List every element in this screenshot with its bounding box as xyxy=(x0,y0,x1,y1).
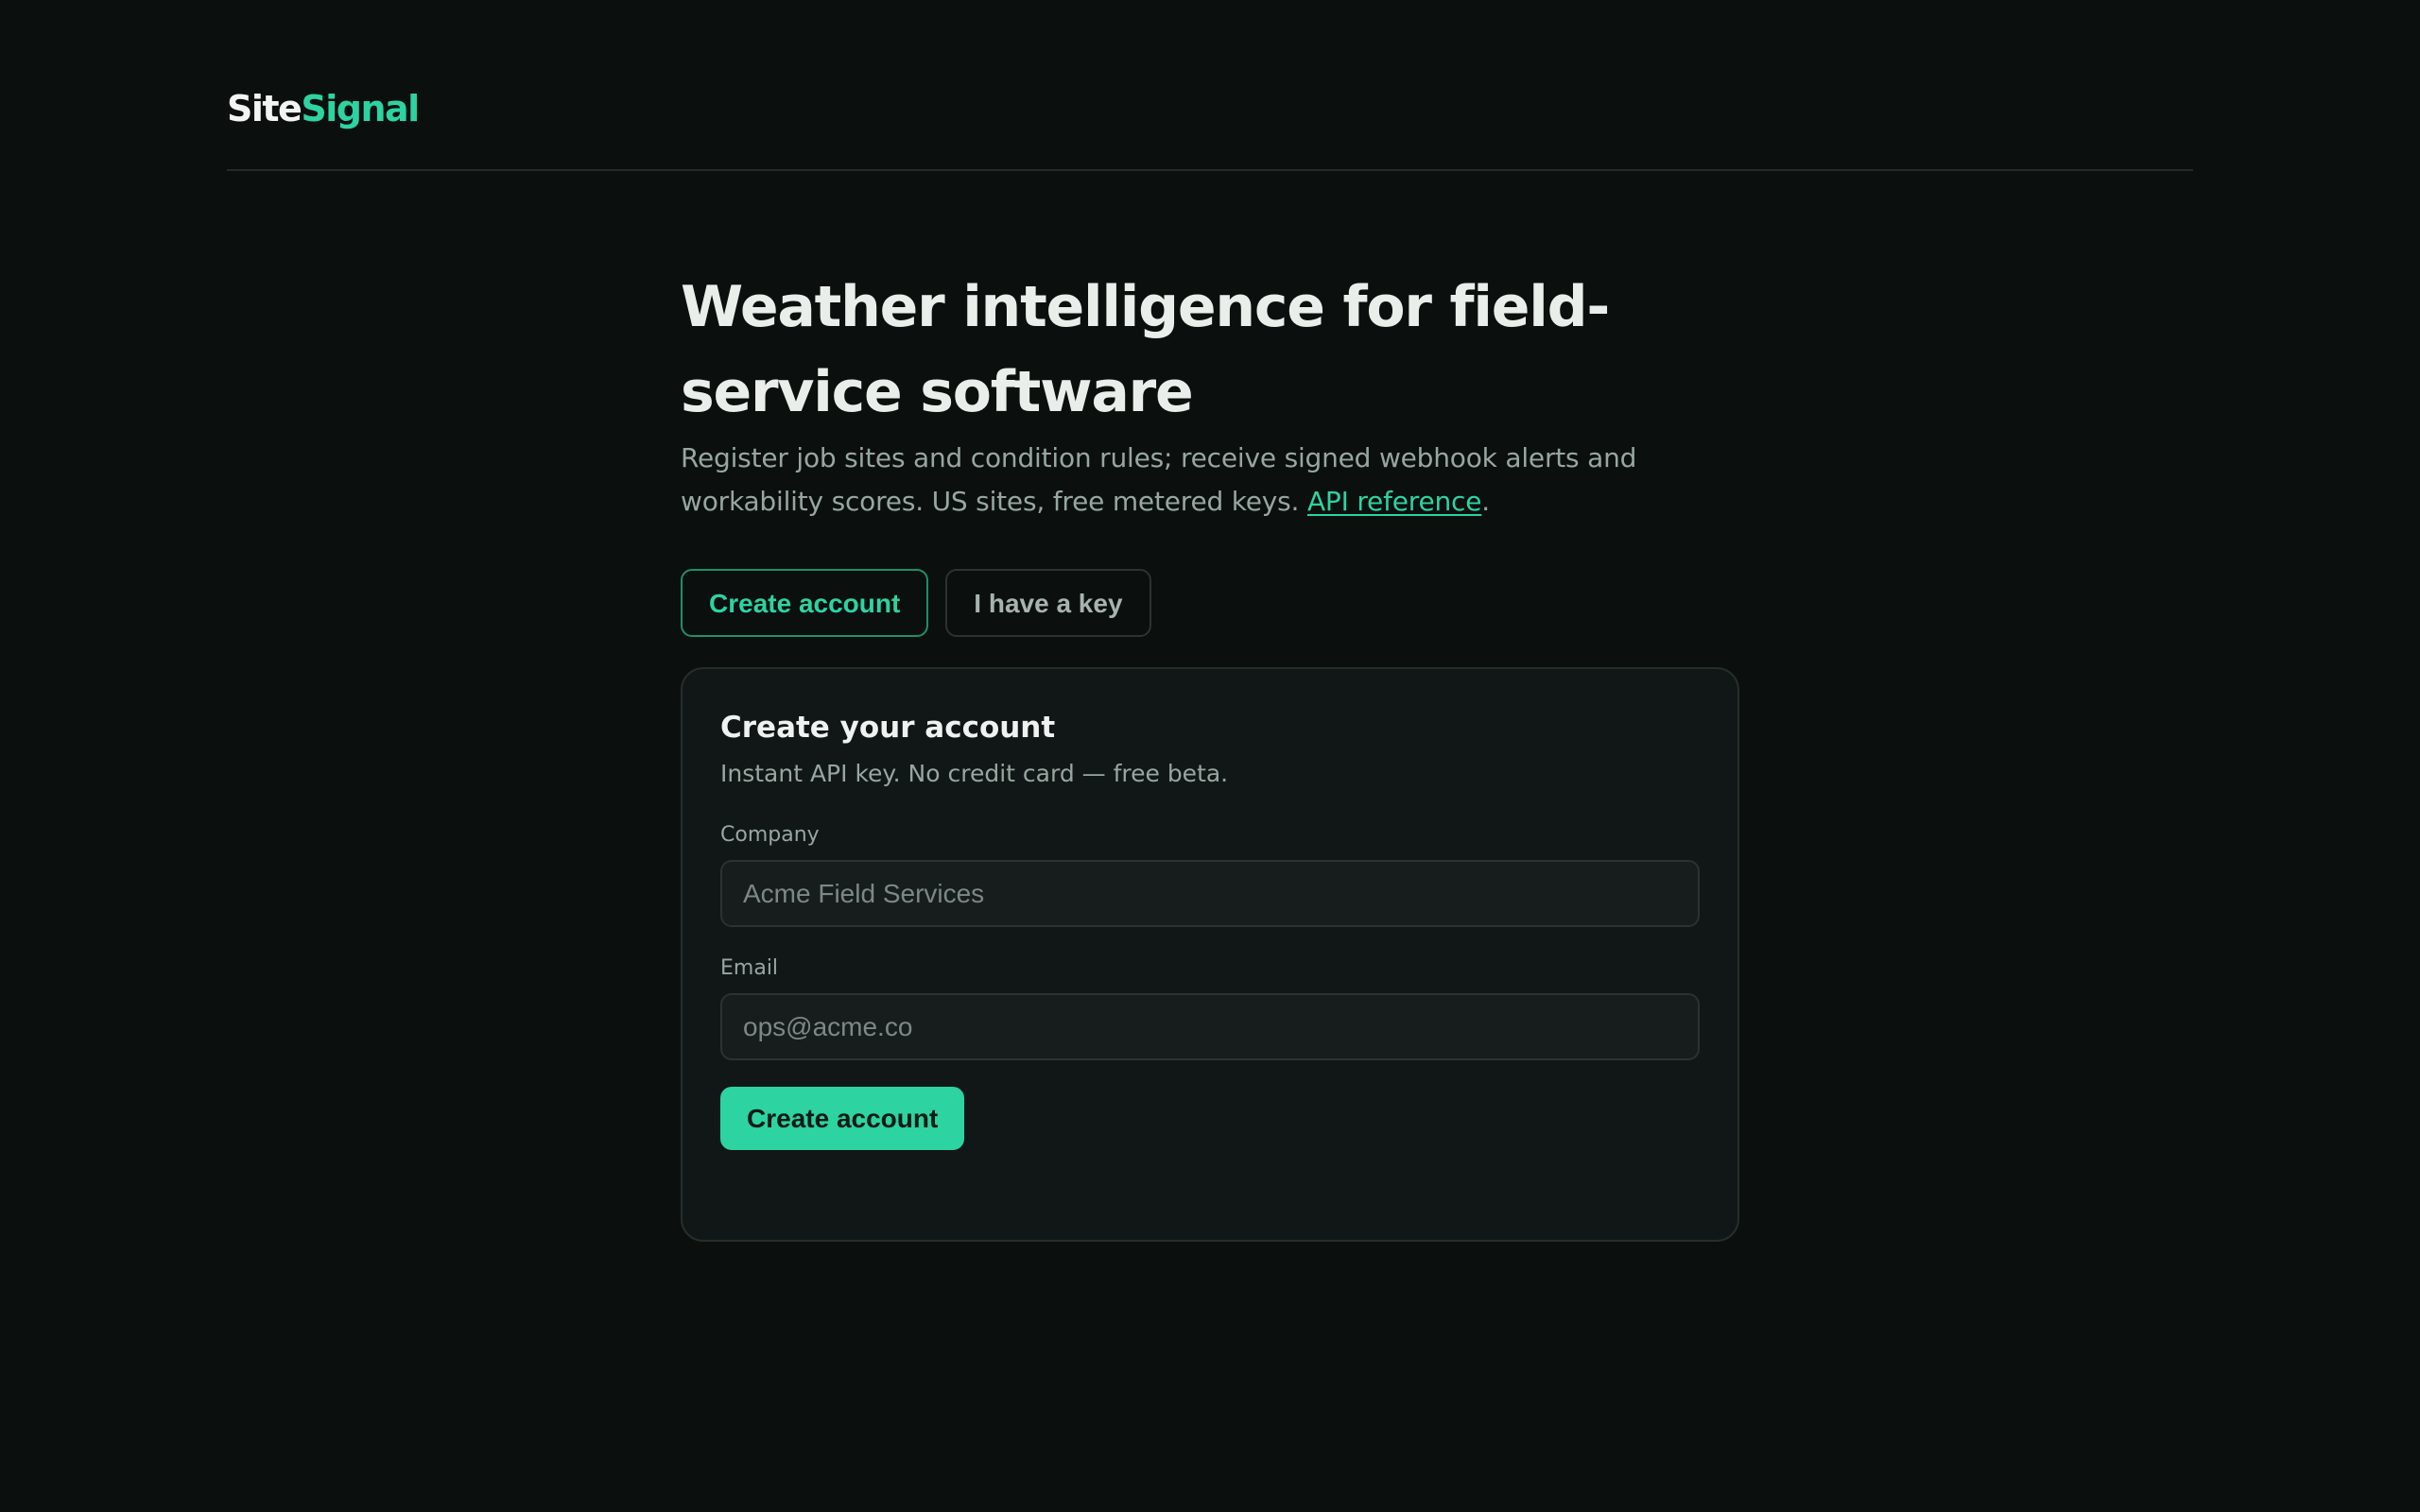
page-title: Weather intelligence for field-service s… xyxy=(681,274,1610,425)
email-label: Email xyxy=(720,956,779,980)
company-input[interactable] xyxy=(720,860,1700,927)
api-reference-link[interactable]: API reference xyxy=(1307,486,1481,517)
auth-tabs: Create account I have a key xyxy=(681,569,1739,637)
description-trailing: . xyxy=(1481,486,1490,517)
logo-text-site: Site xyxy=(227,88,302,129)
card-subtitle: Instant API key. No credit card — free b… xyxy=(720,760,1229,787)
create-account-card: Create your account Instant API key. No … xyxy=(681,667,1739,1242)
tab-i-have-a-key[interactable]: I have a key xyxy=(945,569,1151,637)
company-label: Company xyxy=(720,823,820,847)
logo-text-signal: Signal xyxy=(301,88,420,129)
top-bar: SiteSignal xyxy=(227,0,2193,171)
card-title: Create your account xyxy=(720,711,1056,745)
tab-create-account[interactable]: Create account xyxy=(681,569,929,637)
page-description: Register job sites and condition rules; … xyxy=(681,437,1739,524)
create-account-button[interactable]: Create account xyxy=(720,1087,965,1150)
email-input[interactable] xyxy=(720,993,1700,1060)
description-text: Register job sites and condition rules; … xyxy=(681,442,1637,517)
sitesignal-logo[interactable]: SiteSignal xyxy=(227,87,420,130)
main-content: Weather intelligence for field-service s… xyxy=(681,265,1739,1242)
